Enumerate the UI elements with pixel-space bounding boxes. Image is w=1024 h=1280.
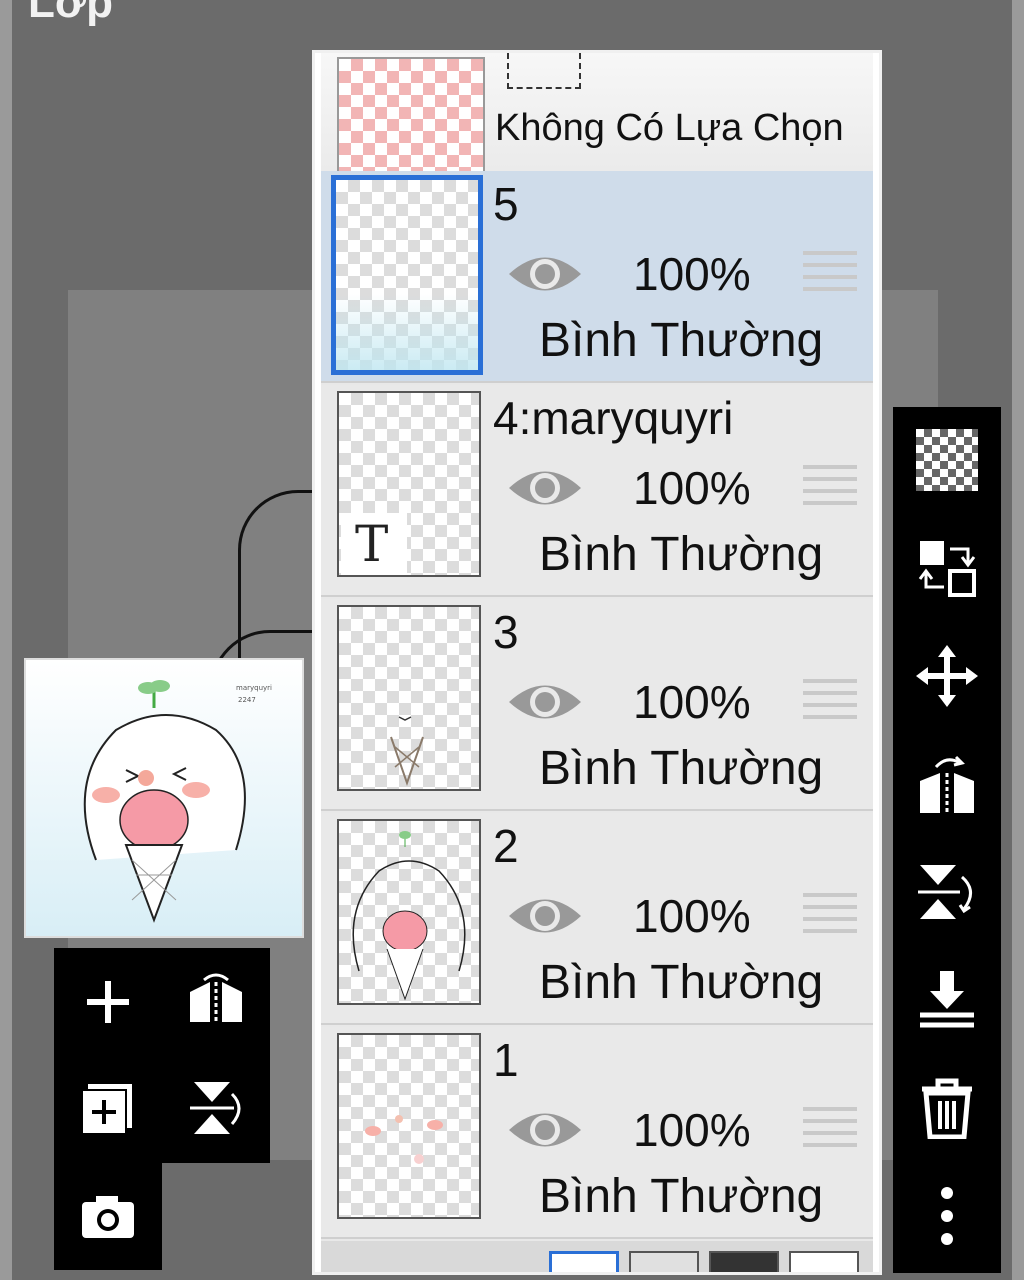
layer-name: 5 [493, 178, 519, 230]
text-layer-icon: T [341, 513, 407, 575]
background-color-white[interactable] [549, 1251, 619, 1272]
visibility-eye-icon[interactable] [507, 677, 583, 727]
drag-handle-icon[interactable] [803, 893, 857, 939]
add-layer-button[interactable] [58, 952, 158, 1052]
add-layer-icon [87, 981, 129, 1023]
more-options-button[interactable] [893, 1163, 1001, 1269]
move-icon [916, 645, 978, 707]
layer-row-1[interactable]: 1 100% Bình Thường [321, 1027, 873, 1239]
layer-toolbar-right [893, 407, 1001, 1273]
drag-handle-icon[interactable] [803, 1107, 857, 1153]
flip-vertical-button[interactable] [166, 1058, 266, 1158]
svg-text:2247: 2247 [238, 696, 256, 704]
layer-opacity[interactable]: 100% [633, 247, 751, 301]
layer-opacity[interactable]: 100% [633, 461, 751, 515]
layer-toolbar-left [54, 948, 270, 1163]
layers-panel: Không Có Lựa Chọn 5 100% Bình Thường T 4… [312, 50, 882, 1275]
blend-mode[interactable]: Bình Thường [539, 1169, 823, 1224]
flip-horizontal-icon [190, 973, 242, 1022]
layer-thumbnail: T [337, 391, 481, 577]
selection-marquee-icon [507, 53, 581, 89]
background-color-transparent[interactable] [789, 1251, 859, 1272]
flip-vertical-icon [190, 1082, 241, 1134]
layer-thumbnail [337, 605, 481, 791]
selection-label: Không Có Lựa Chọn [495, 107, 844, 149]
background-color-light[interactable] [629, 1251, 699, 1272]
rotate-flip-button[interactable] [893, 731, 1001, 837]
layer-thumbnail [337, 1033, 481, 1219]
visibility-eye-icon[interactable] [507, 891, 583, 941]
panel-footer [321, 1241, 873, 1272]
layer-row-2[interactable]: 2 100% Bình Thường [321, 813, 873, 1025]
camera-icon [82, 1196, 134, 1238]
flip-rotate-vertical-icon [918, 865, 972, 919]
move-button[interactable] [893, 623, 1001, 729]
background-color-dark[interactable] [709, 1251, 779, 1272]
layer-row-3[interactable]: 3 100% Bình Thường [321, 599, 873, 811]
merge-down-icon [920, 971, 974, 1028]
camera-button[interactable] [58, 1167, 158, 1267]
layer-thumbnail [331, 175, 483, 375]
flip-rotate-vertical-button[interactable] [893, 839, 1001, 945]
trash-icon [922, 1078, 972, 1139]
layer-thumbnail [337, 819, 481, 1005]
layer-toolbar-left-bottom [54, 1163, 162, 1270]
layer-opacity[interactable]: 100% [633, 1103, 751, 1157]
svg-text:maryquyri: maryquyri [236, 684, 272, 692]
layer-opacity[interactable]: 100% [633, 889, 751, 943]
drag-handle-icon[interactable] [803, 679, 857, 725]
swap-layers-icon [918, 541, 976, 597]
layer-name: 3 [493, 606, 519, 658]
blend-mode[interactable]: Bình Thường [539, 741, 823, 796]
canvas-preview[interactable]: maryquyri 2247 [24, 658, 304, 938]
layer-name: 2 [493, 820, 519, 872]
layer-name: 1 [493, 1034, 519, 1086]
blend-mode[interactable]: Bình Thường [539, 313, 823, 368]
visibility-eye-icon[interactable] [507, 1105, 583, 1155]
add-copy-layer-icon [81, 1084, 132, 1135]
delete-layer-button[interactable] [893, 1055, 1001, 1161]
visibility-eye-icon[interactable] [507, 463, 583, 513]
visibility-eye-icon[interactable] [507, 249, 583, 299]
merge-down-button[interactable] [893, 947, 1001, 1053]
transparency-icon [916, 429, 978, 491]
layers-list[interactable]: Không Có Lựa Chọn 5 100% Bình Thường T 4… [321, 53, 873, 1272]
drag-handle-icon[interactable] [803, 251, 857, 297]
layer-name: 4:maryquyri [493, 392, 734, 444]
swap-layers-button[interactable] [893, 515, 1001, 621]
layer-opacity[interactable]: 100% [633, 675, 751, 729]
transparency-button[interactable] [893, 407, 1001, 513]
blend-mode[interactable]: Bình Thường [539, 527, 823, 582]
drag-handle-icon[interactable] [803, 465, 857, 511]
blend-mode[interactable]: Bình Thường [539, 955, 823, 1010]
more-icon [941, 1187, 953, 1245]
layer-row-4[interactable]: T 4:maryquyri 100% Bình Thường [321, 385, 873, 597]
rotate-flip-icon [920, 755, 974, 813]
flip-horizontal-button[interactable] [166, 952, 266, 1052]
panel-title: Lớp [28, 0, 114, 27]
add-copy-layer-button[interactable] [58, 1058, 158, 1158]
layer-row-5[interactable]: 5 100% Bình Thường [321, 171, 873, 383]
